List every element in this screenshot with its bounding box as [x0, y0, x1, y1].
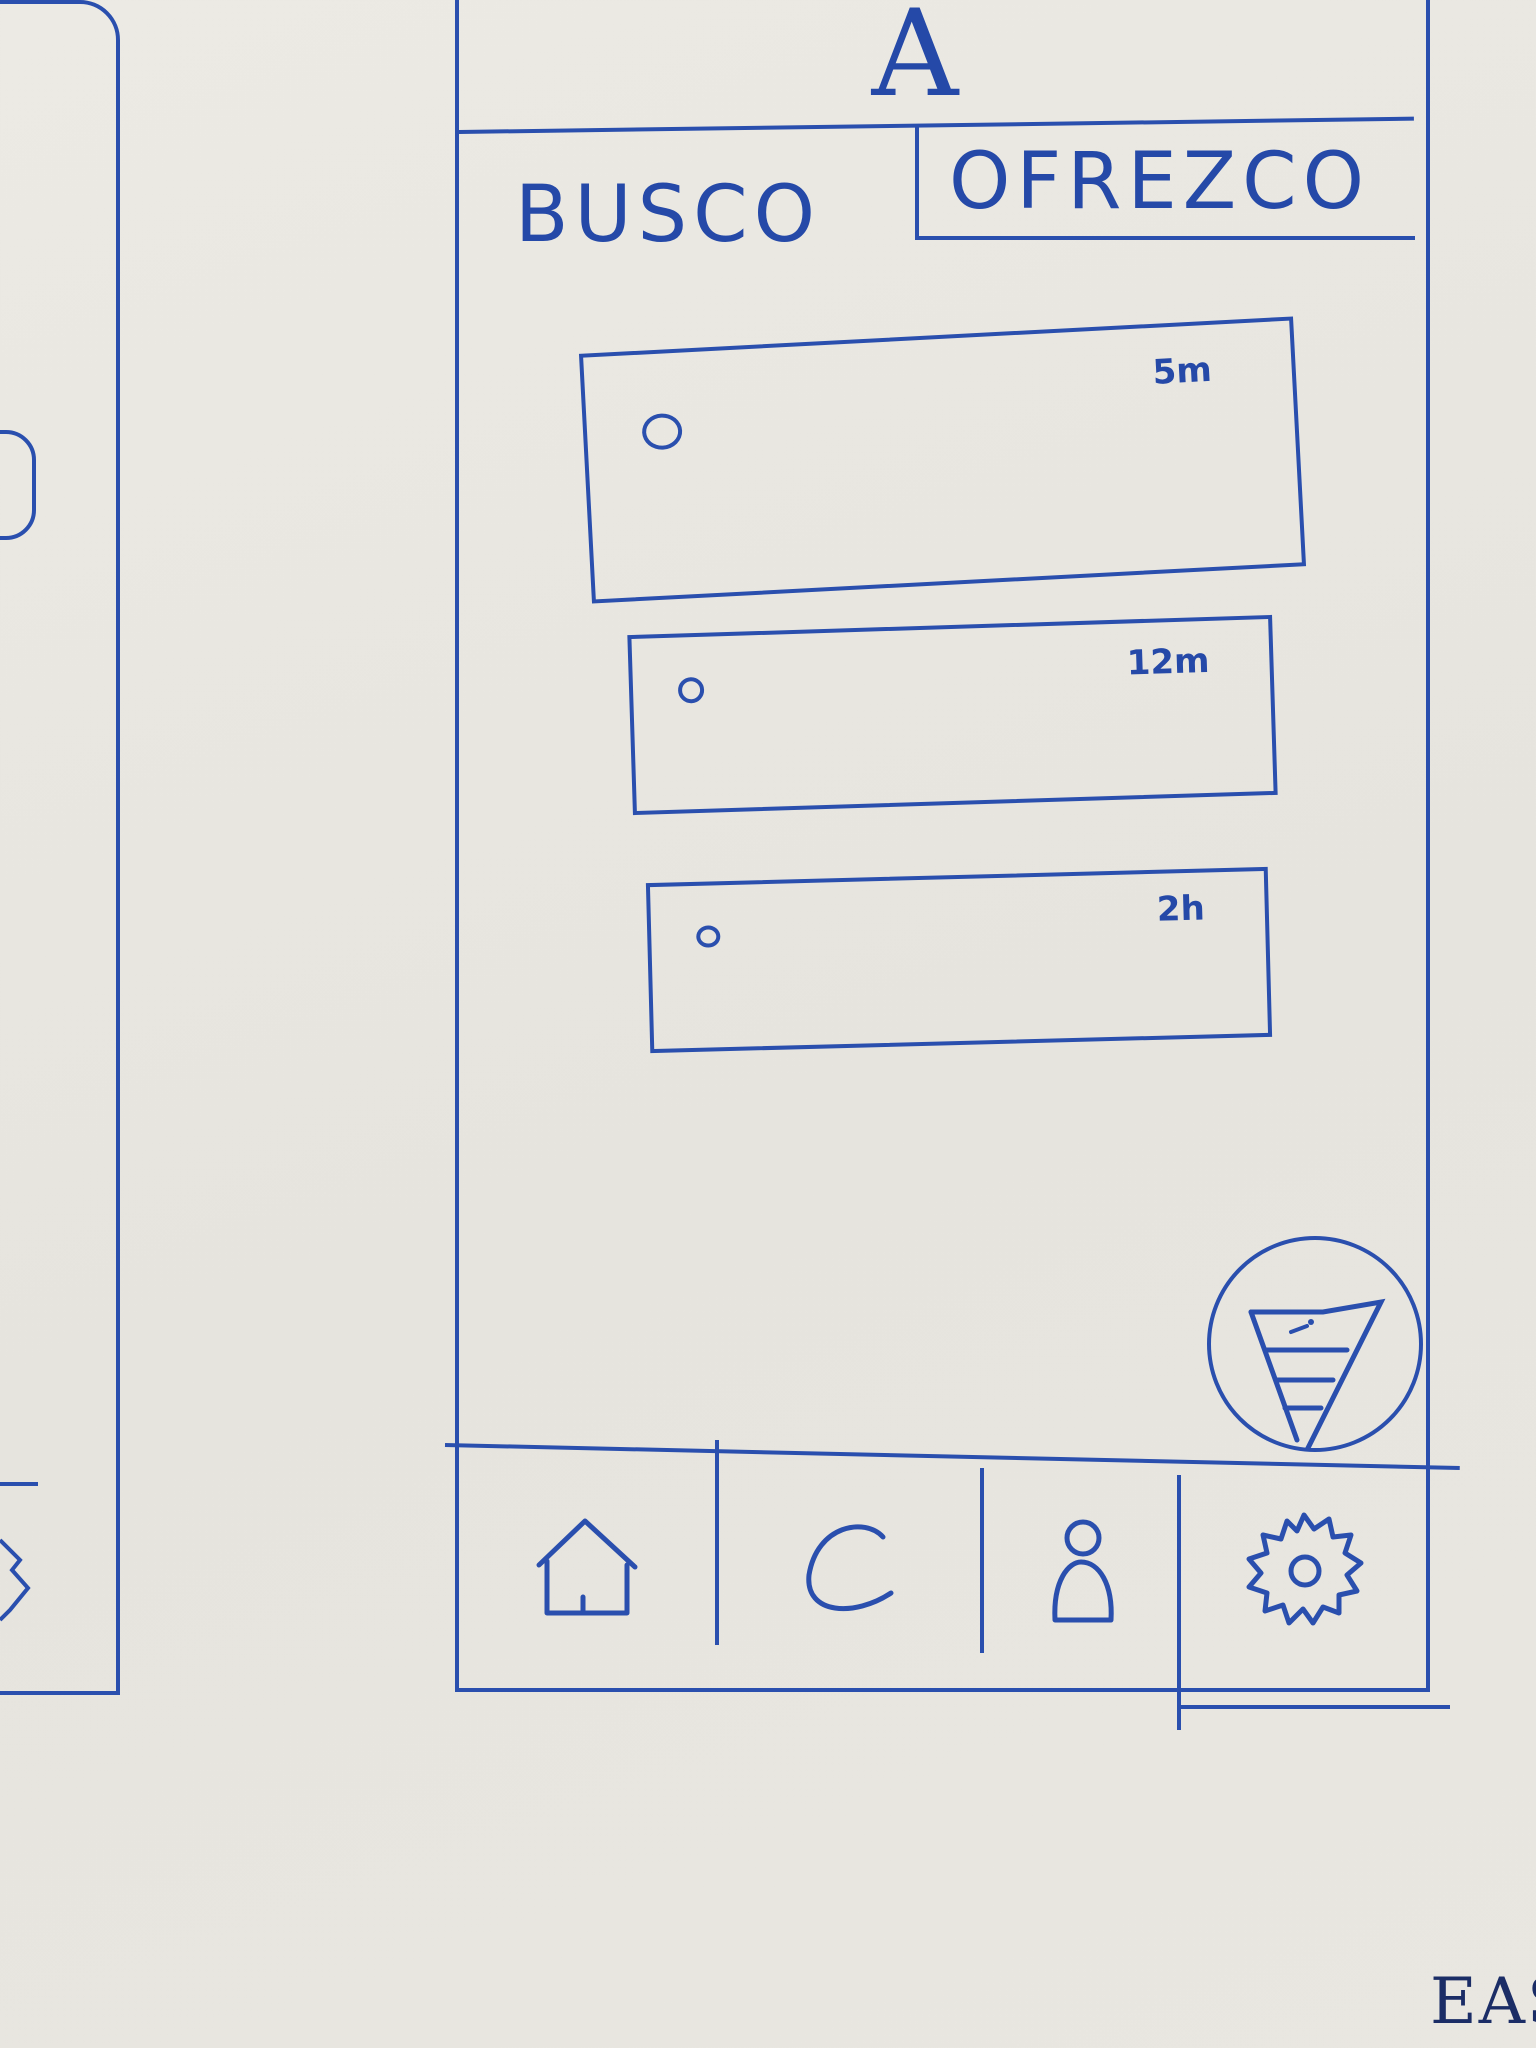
- adjacent-screen-element: [0, 430, 36, 540]
- tab-busco[interactable]: BUSCO: [515, 170, 821, 260]
- home-icon: [536, 1518, 638, 1616]
- nav-profile[interactable]: [984, 1450, 1177, 1690]
- avatar: [696, 925, 721, 948]
- adjacent-screen-divider: [0, 1482, 38, 1486]
- home-icon: [0, 1538, 31, 1622]
- list-item[interactable]: 5m: [578, 316, 1307, 604]
- list-item[interactable]: 2h: [645, 866, 1273, 1054]
- filter-button[interactable]: [1207, 1236, 1423, 1453]
- funnel-filter-icon: [1248, 1298, 1386, 1453]
- timestamp: 12m: [1126, 640, 1211, 684]
- corner-text: EAS: [1430, 1965, 1536, 2039]
- app-title: A: [871, 0, 959, 124]
- chat-icon: [805, 1524, 893, 1612]
- user-icon: [1051, 1519, 1114, 1623]
- adjacent-screen-frame: [0, 0, 120, 1695]
- tab-ofrezco[interactable]: OFREZCO: [915, 125, 1415, 240]
- list-item[interactable]: 12m: [627, 614, 1278, 816]
- avatar: [641, 412, 684, 451]
- bottom-nav-divider: [1180, 1705, 1450, 1709]
- nav-home[interactable]: [459, 1450, 715, 1690]
- nav-settings[interactable]: [1181, 1450, 1426, 1690]
- avatar: [677, 676, 705, 704]
- timestamp: 2h: [1156, 888, 1206, 930]
- nav-chat[interactable]: [719, 1450, 980, 1690]
- timestamp: 5m: [1151, 349, 1213, 393]
- gear-icon: [1246, 1512, 1363, 1626]
